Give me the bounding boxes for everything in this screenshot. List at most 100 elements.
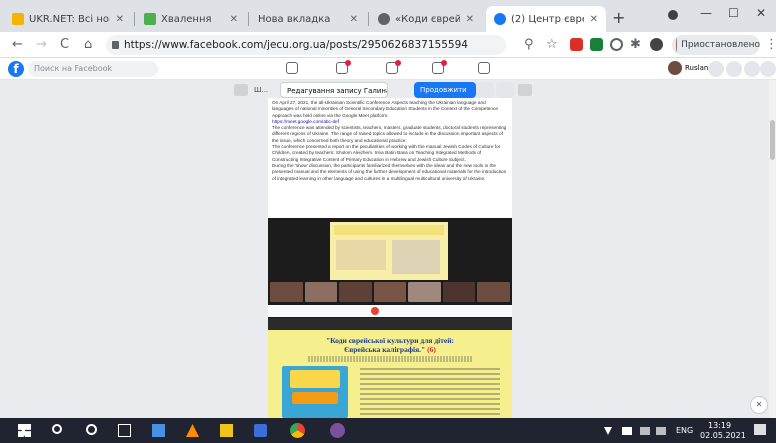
tab-title: Хвалення bbox=[161, 13, 212, 25]
facebook-search-input[interactable]: Поиск на Facebook bbox=[28, 61, 158, 77]
slide-header bbox=[334, 225, 444, 235]
language-indicator[interactable]: ENG bbox=[676, 426, 693, 435]
profile-button[interactable]: Приостановлено bbox=[672, 35, 760, 55]
pdf-extension-icon[interactable] bbox=[570, 38, 583, 51]
tab-ukrnet[interactable]: UKR.NET: Всі новин ✕ bbox=[4, 6, 132, 32]
tab-new-tab[interactable]: Нова вкладка ✕ bbox=[250, 6, 366, 32]
create-icon[interactable] bbox=[708, 61, 724, 77]
participant-thumbnail bbox=[339, 282, 372, 302]
shared-slide bbox=[330, 222, 448, 280]
meeting-controls-bar bbox=[268, 305, 512, 317]
participant-thumbnail bbox=[442, 282, 476, 302]
page-scrollbar[interactable] bbox=[769, 80, 776, 418]
notifications-icon[interactable] bbox=[744, 61, 760, 77]
cortana-icon[interactable] bbox=[86, 424, 97, 435]
tab-title: Нова вкладка bbox=[258, 13, 331, 25]
facebook-logo[interactable]: f bbox=[8, 61, 24, 77]
edit-post-button[interactable]: Редагування запису Галина... bbox=[280, 82, 388, 98]
account-extension-icon[interactable] bbox=[650, 38, 663, 51]
marketplace-nav-icon[interactable] bbox=[478, 62, 490, 74]
tab-search-icon[interactable] bbox=[668, 10, 678, 20]
network-icon[interactable] bbox=[640, 427, 650, 435]
post-text: On April 27, 2021, the all-Ukrainian Sci… bbox=[268, 98, 512, 184]
slide-image bbox=[336, 240, 386, 270]
tab-separator bbox=[368, 12, 369, 26]
vlc-icon[interactable] bbox=[186, 424, 199, 437]
new-tab-button[interactable]: + bbox=[612, 8, 625, 27]
minimize-button[interactable]: — bbox=[700, 6, 712, 20]
battery-icon[interactable] bbox=[622, 427, 632, 435]
notification-badge bbox=[345, 60, 351, 66]
tab-separator bbox=[134, 12, 135, 26]
windows-start-icon[interactable] bbox=[18, 424, 31, 437]
maximize-button[interactable]: ☐ bbox=[728, 6, 739, 20]
sheets-extension-icon[interactable] bbox=[590, 38, 603, 51]
tab-jewish-center[interactable]: (2) Центр єврейсь ✕ bbox=[486, 6, 606, 32]
poster-title-line1: "Коди єврейської культури для дітей: bbox=[325, 336, 455, 345]
notifications-icon[interactable] bbox=[754, 424, 766, 435]
extensions-puzzle-icon[interactable]: ✱ bbox=[630, 37, 641, 52]
circle-extension-icon[interactable] bbox=[610, 38, 623, 51]
home-nav-icon[interactable] bbox=[286, 62, 298, 74]
participant-thumbnail bbox=[408, 282, 441, 302]
tab-jewish-codes[interactable]: «Коди єврейської ✕ bbox=[370, 6, 482, 32]
close-tab-icon[interactable]: ✕ bbox=[350, 14, 358, 25]
lock-icon bbox=[112, 41, 119, 49]
meeting-screenshot[interactable] bbox=[268, 218, 512, 318]
address-bar-row: ← → C ⌂ https://www.facebook.com/jecu.or… bbox=[0, 32, 776, 58]
group-avatar bbox=[234, 84, 248, 96]
continue-button[interactable]: Продовжити bbox=[414, 82, 476, 98]
messenger-icon[interactable] bbox=[726, 61, 742, 77]
browser-tab-bar: UKR.NET: Всі новин ✕ Хвалення ✕ Нова вкл… bbox=[0, 0, 776, 32]
post-paragraph: The conference presented a report on the… bbox=[272, 144, 501, 162]
url-input[interactable]: https://www.facebook.com/jecu.org.ua/pos… bbox=[106, 35, 506, 55]
tab-title: UKR.NET: Всі новин bbox=[29, 13, 110, 25]
ukrnet-favicon-icon bbox=[12, 13, 24, 25]
close-tab-icon[interactable]: ✕ bbox=[590, 14, 598, 25]
chrome-icon[interactable] bbox=[290, 423, 305, 438]
poster-title-line2: Єврейська каліграфія." bbox=[344, 345, 426, 354]
search-icon[interactable] bbox=[476, 82, 494, 98]
home-icon[interactable]: ⌂ bbox=[84, 37, 92, 52]
viber-icon[interactable] bbox=[330, 423, 345, 438]
close-window-button[interactable]: ✕ bbox=[756, 6, 766, 20]
bookmark-star-icon[interactable]: ☆ bbox=[546, 37, 558, 52]
book-subtitle-banner bbox=[292, 392, 338, 404]
app-icon[interactable] bbox=[254, 424, 267, 437]
zoom-icon[interactable]: ⚲ bbox=[524, 37, 534, 52]
participant-thumbnail bbox=[477, 282, 511, 302]
clock-time[interactable]: 13:19 bbox=[708, 421, 731, 430]
clock-date[interactable]: 02.05.2021 bbox=[700, 431, 746, 440]
task-view-icon[interactable] bbox=[118, 424, 131, 437]
participant-thumbnails bbox=[268, 282, 512, 304]
profile-label: Приостановлено bbox=[681, 40, 760, 50]
participant-thumbnail bbox=[270, 282, 303, 302]
poster-subtitle bbox=[308, 356, 472, 362]
forward-arrow-icon[interactable]: → bbox=[36, 37, 47, 52]
close-tab-icon[interactable]: ✕ bbox=[466, 14, 474, 25]
more-icon[interactable] bbox=[496, 82, 514, 98]
close-tab-icon[interactable]: ✕ bbox=[116, 14, 124, 25]
mail-icon[interactable] bbox=[152, 424, 165, 437]
volume-icon[interactable] bbox=[656, 427, 666, 435]
account-chip[interactable]: Ruslan bbox=[668, 61, 708, 75]
participant-thumbnail bbox=[304, 282, 338, 302]
notification-badge bbox=[395, 60, 401, 66]
close-tab-icon[interactable]: ✕ bbox=[230, 14, 238, 25]
group-label[interactable]: Ш... bbox=[252, 82, 270, 98]
menu-dots-icon[interactable]: ⋮ bbox=[765, 37, 776, 52]
poster-text bbox=[360, 368, 500, 416]
scroll-down-button[interactable]: ✕ bbox=[750, 396, 768, 414]
scrollbar-thumb[interactable] bbox=[770, 120, 775, 160]
account-name: Ruslan bbox=[685, 64, 709, 72]
reload-icon[interactable]: C bbox=[60, 37, 69, 52]
show-hidden-icons-chevron-icon[interactable] bbox=[604, 427, 612, 435]
post-toolbar: Ш... Редагування запису Галина... Продов… bbox=[232, 82, 552, 98]
tab-khvalennia[interactable]: Хвалення ✕ bbox=[136, 6, 246, 32]
poster-image[interactable]: "Коди єврейської культури для дітей: Євр… bbox=[268, 330, 512, 418]
back-arrow-icon[interactable]: ← bbox=[12, 37, 23, 52]
notification-badge bbox=[441, 60, 447, 66]
search-icon[interactable] bbox=[52, 424, 62, 434]
file-explorer-icon[interactable] bbox=[220, 424, 233, 437]
account-menu-icon[interactable] bbox=[760, 61, 776, 77]
